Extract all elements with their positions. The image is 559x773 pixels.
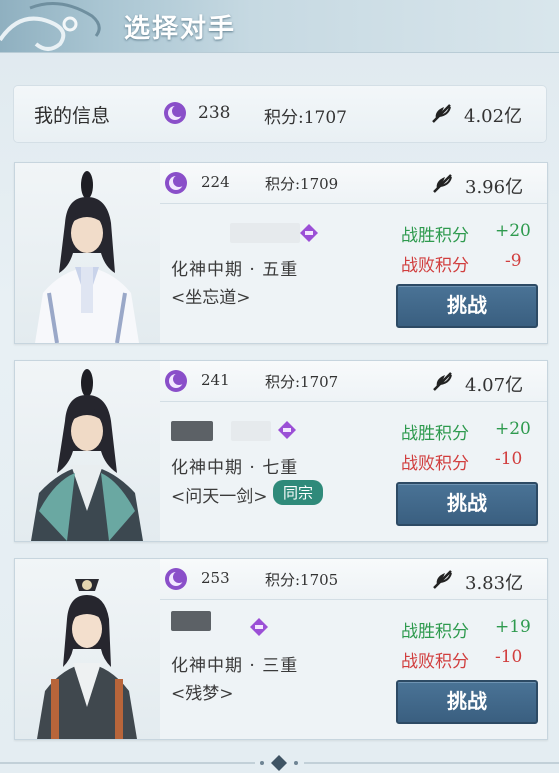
cultivation-realm: 化神中期 · 五重 [171, 260, 299, 280]
challenge-button[interactable]: 挑战 [396, 482, 538, 526]
opponent-card: 253 积分:1705 3.83亿 化神中期 · 三重 <残梦> 战胜积分 +1… [14, 558, 548, 740]
lose-score-label: 战败积分 [401, 652, 469, 672]
cultivation-realm: 化神中期 · 七重 [171, 458, 299, 478]
feather-power-icon [433, 174, 452, 193]
header-bar: 选择对手 [0, 0, 559, 52]
my-score-value: 积分:1707 [264, 108, 347, 128]
opponent-power-value: 4.07亿 [465, 375, 524, 396]
purple-diamond-gem-icon [278, 421, 296, 439]
win-score-label: 战胜积分 [401, 226, 469, 246]
lose-score-label: 战败积分 [401, 256, 469, 276]
lose-score-value: -10 [495, 449, 523, 469]
opponent-power-value: 3.96亿 [465, 177, 524, 198]
opponent-card: 241 积分:1707 4.07亿 化神中期 · 七重 <问天一剑> 同宗 战胜… [14, 360, 548, 542]
feather-power-icon [433, 372, 452, 391]
opponent-rank-value: 224 [201, 173, 230, 191]
bottom-divider-ornament [0, 755, 559, 771]
opponent-portrait [15, 361, 160, 541]
win-score-label: 战胜积分 [401, 424, 469, 444]
cloud-ornament-icon [0, 2, 101, 51]
sect-name: <残梦> [171, 684, 234, 704]
purple-moon-rank-icon [165, 568, 187, 590]
opponent-score-value: 积分:1705 [265, 571, 339, 589]
character-portrait-icon [35, 171, 139, 343]
character-portrait-icon [31, 369, 143, 541]
challenge-button[interactable]: 挑战 [396, 680, 538, 724]
opponent-portrait [15, 163, 160, 343]
purple-diamond-gem-icon [250, 618, 268, 636]
my-info-panel: 我的信息 238 积分:1707 4.02亿 [14, 86, 546, 142]
player-name-redacted [231, 421, 271, 441]
cultivation-realm: 化神中期 · 三重 [171, 656, 299, 676]
lose-score-label: 战败积分 [401, 454, 469, 474]
win-score-value: +20 [495, 221, 531, 241]
sect-name: <问天一剑> [171, 487, 268, 507]
purple-moon-rank-icon [165, 172, 187, 194]
win-score-value: +19 [495, 617, 531, 637]
feather-power-icon [433, 570, 452, 589]
feather-power-icon [432, 104, 451, 123]
opponent-score-value: 积分:1707 [265, 373, 339, 391]
win-score-label: 战胜积分 [401, 622, 469, 642]
character-portrait-icon [37, 579, 137, 739]
player-name-redacted [171, 611, 211, 631]
my-info-label: 我的信息 [34, 105, 111, 127]
purple-diamond-gem-icon [300, 224, 318, 242]
player-name-redacted [171, 421, 213, 441]
opponent-score-value: 积分:1709 [265, 175, 339, 193]
opponent-power-value: 3.83亿 [465, 573, 524, 594]
lose-score-value: -10 [495, 647, 523, 667]
challenge-button[interactable]: 挑战 [396, 284, 538, 328]
opponent-rank-value: 241 [201, 371, 230, 389]
page-title: 选择对手 [124, 14, 237, 44]
my-rank-value: 238 [198, 103, 231, 123]
purple-moon-rank-icon [164, 102, 186, 124]
same-sect-badge: 同宗 [273, 480, 324, 505]
opponent-rank-value: 253 [201, 569, 230, 587]
my-power-value: 4.02亿 [464, 106, 523, 127]
opponent-portrait [15, 559, 160, 739]
purple-moon-rank-icon [165, 370, 187, 392]
win-score-value: +20 [495, 419, 531, 439]
player-name-redacted [230, 223, 300, 243]
lose-score-value: -9 [505, 251, 522, 271]
sect-name: <坐忘道> [171, 288, 251, 308]
opponent-card: 224 积分:1709 3.96亿 化神中期 · 五重 <坐忘道> 战胜积分 +… [14, 162, 548, 344]
